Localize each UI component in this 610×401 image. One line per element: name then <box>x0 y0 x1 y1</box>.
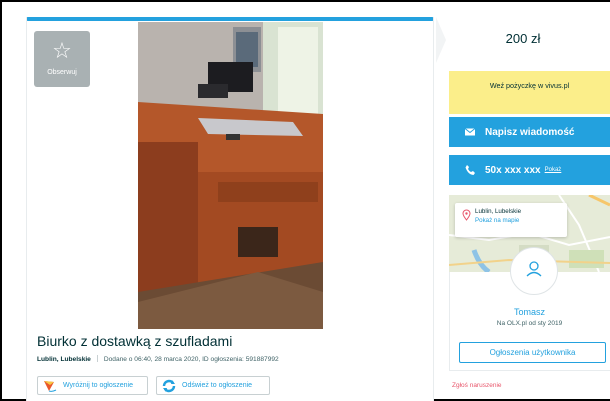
price-box: 200 zł <box>436 17 610 63</box>
phone-number: 50x xxx xxx <box>485 164 541 176</box>
loan-banner-text: Weź pożyczkę w vivus.pl <box>489 81 570 90</box>
ad-added-info: Dodane o 06:40, 28 marca 2020, ID ogłosz… <box>103 356 279 363</box>
user-ads-button[interactable]: Ogłoszenia użytkownika <box>459 342 606 363</box>
refresh-icon <box>161 379 177 393</box>
user-name[interactable]: Tomasz <box>449 307 610 317</box>
desk-photo-image <box>138 22 323 329</box>
ad-meta: Lublin, Lubelskie Dodane o 06:40, 28 marc… <box>37 355 279 363</box>
phone-button[interactable]: 50x xxx xxx Pokaż <box>449 155 610 185</box>
envelope-icon <box>464 126 476 138</box>
user-since: Na OLX.pl od sty 2019 <box>496 320 563 327</box>
map-show-link[interactable]: Pokaż na mapie <box>475 216 563 225</box>
ad-location[interactable]: Lublin, Lubelskie <box>37 356 91 363</box>
star-icon: ☆ <box>52 39 72 64</box>
observe-button[interactable]: ☆ Obserwuj <box>34 31 90 87</box>
observe-label: Obserwuj <box>47 69 77 76</box>
send-message-button[interactable]: Napisz wiadomość <box>449 117 610 147</box>
phone-icon <box>464 164 476 176</box>
refresh-ad-label: Odśwież to ogłoszenie <box>182 382 253 389</box>
ad-photo[interactable] <box>138 22 323 329</box>
kite-icon <box>42 379 58 393</box>
loan-banner[interactable]: Weź pożyczkę w vivus.pl <box>449 71 610 114</box>
report-link[interactable]: Zgłoś naruszenie <box>452 382 502 389</box>
refresh-ad-button[interactable]: Odśwież to ogłoszenie <box>156 376 270 395</box>
price-value: 200 zł <box>505 31 541 46</box>
highlight-ad-button[interactable]: Wyróżnij to ogłoszenie <box>37 376 148 395</box>
location-pin-icon <box>462 209 471 221</box>
meta-divider <box>96 355 98 362</box>
ad-title: Biurko z dostawką z szufladami <box>37 333 233 349</box>
phone-show-link[interactable]: Pokaż <box>545 167 562 173</box>
map-location-label: Lublin, Lubelskie Pokaż na mapie <box>455 203 567 237</box>
highlight-ad-label: Wyróżnij to ogłoszenie <box>63 382 133 389</box>
user-icon <box>524 259 544 284</box>
send-message-label: Napisz wiadomość <box>485 126 575 138</box>
user-avatar[interactable] <box>510 247 558 295</box>
map-location-text: Lublin, Lubelskie <box>475 208 522 215</box>
